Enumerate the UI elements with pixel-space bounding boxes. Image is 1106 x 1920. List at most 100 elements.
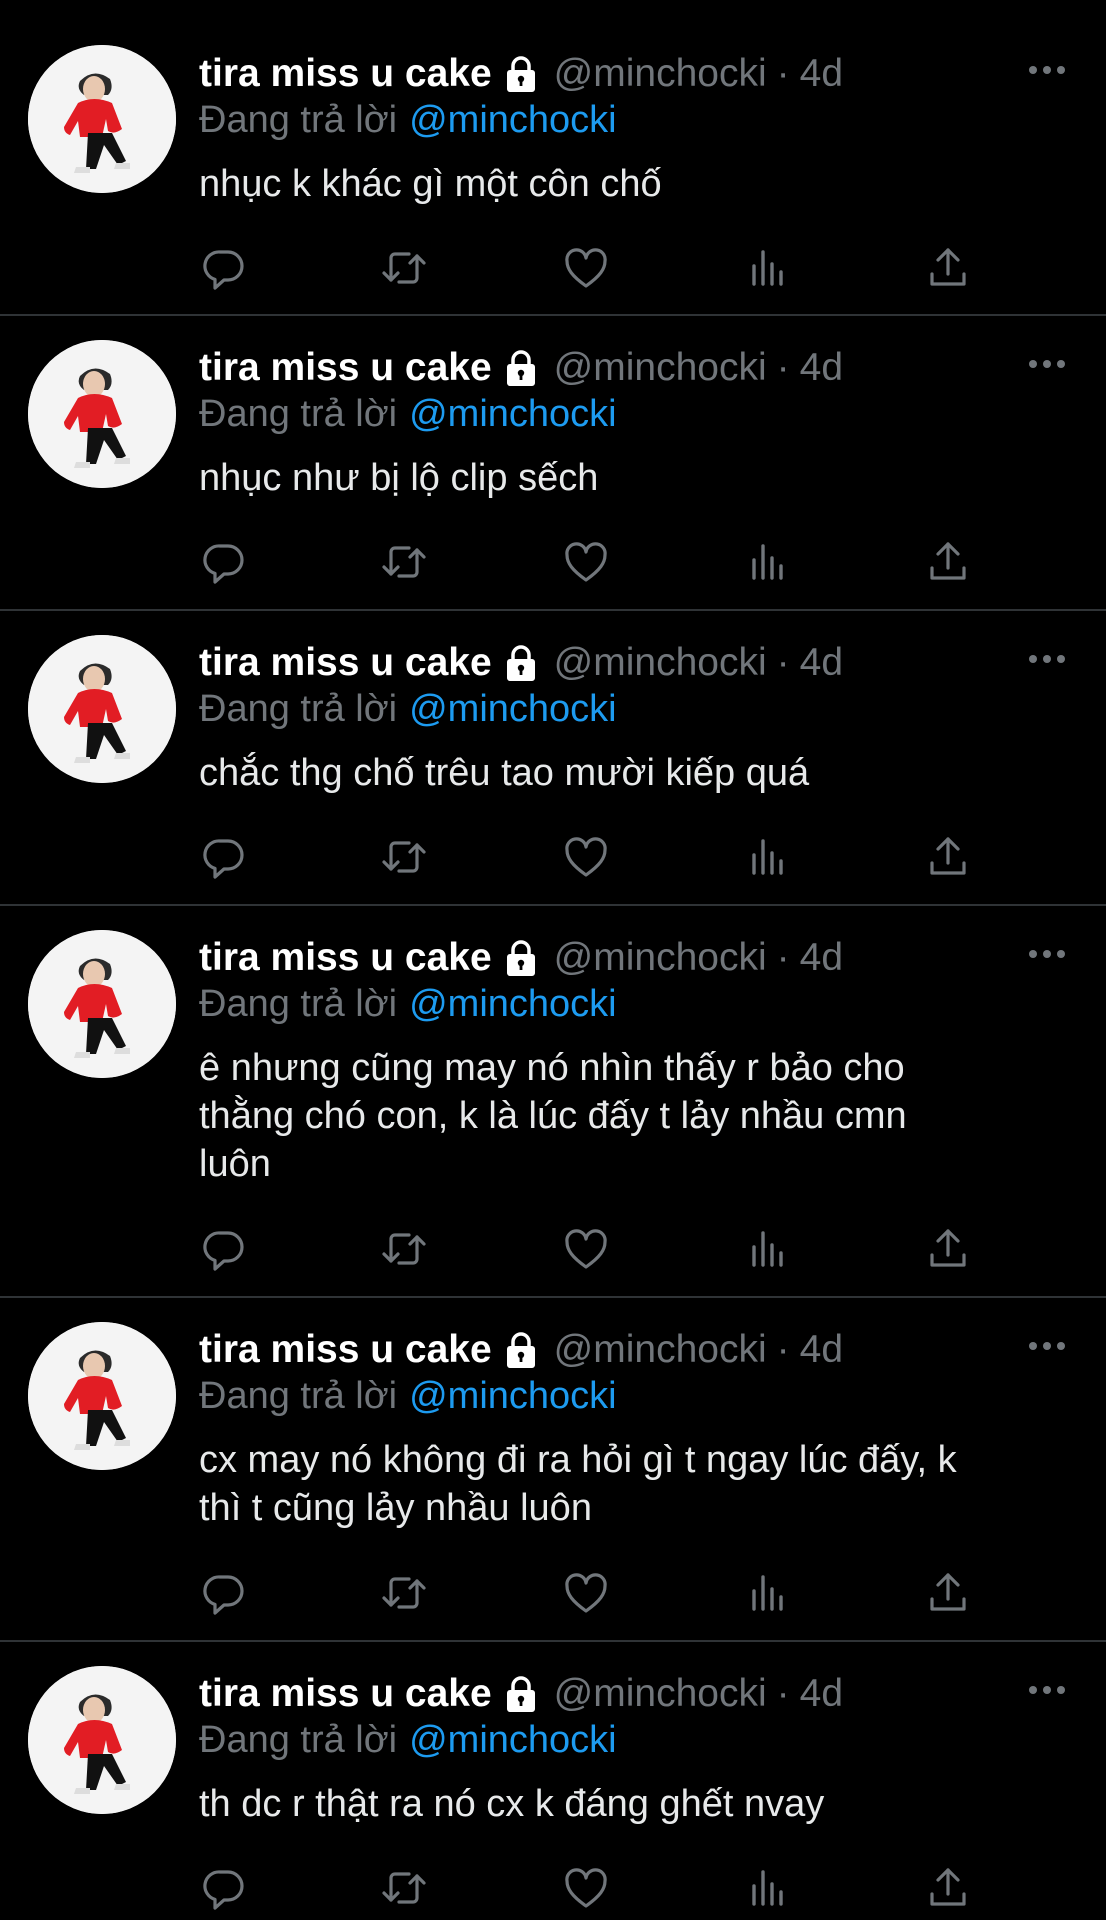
- replying-to-handle[interactable]: @minchocki: [409, 688, 617, 730]
- tweet-header: tira miss u cake @minchocki · 4d: [199, 1325, 843, 1375]
- more-icon[interactable]: [1027, 1680, 1067, 1700]
- like-icon[interactable]: [562, 1225, 610, 1273]
- display-name[interactable]: tira miss u cake: [199, 1325, 492, 1375]
- tweet-header: tira miss u cake @minchocki · 4d: [199, 1669, 843, 1719]
- replying-to: Đang trả lời @minchocki: [199, 391, 617, 437]
- tweet[interactable]: tira miss u cake @minchocki · 4d Đang tr…: [0, 0, 1106, 315]
- lock-icon: [502, 644, 540, 682]
- tweet[interactable]: tira miss u cake @minchocki · 4d Đang tr…: [0, 906, 1106, 1297]
- separator-dot: ·: [776, 1672, 790, 1715]
- tweet[interactable]: tira miss u cake @minchocki · 4d Đang tr…: [0, 316, 1106, 610]
- like-icon[interactable]: [562, 244, 610, 292]
- views-icon[interactable]: [744, 1225, 792, 1273]
- retweet-icon[interactable]: [380, 244, 428, 292]
- action-bar: [0, 1569, 1106, 1619]
- views-icon[interactable]: [744, 244, 792, 292]
- share-icon[interactable]: [924, 1569, 972, 1617]
- avatar[interactable]: [28, 1322, 176, 1470]
- replying-to-label: Đang trả lời: [199, 1719, 398, 1761]
- more-icon[interactable]: [1027, 60, 1067, 80]
- retweet-icon[interactable]: [380, 1864, 428, 1912]
- avatar[interactable]: [28, 45, 176, 193]
- lock-icon: [502, 349, 540, 387]
- views-icon[interactable]: [744, 1864, 792, 1912]
- tweet-header: tira miss u cake @minchocki · 4d: [199, 933, 843, 983]
- separator-dot: ·: [776, 52, 790, 95]
- tweet-header: tira miss u cake @minchocki · 4d: [199, 638, 843, 688]
- user-handle[interactable]: @minchocki: [554, 1669, 767, 1719]
- views-icon[interactable]: [744, 1569, 792, 1617]
- share-icon[interactable]: [924, 244, 972, 292]
- timestamp[interactable]: 4d: [800, 638, 843, 688]
- display-name[interactable]: tira miss u cake: [199, 638, 492, 688]
- timestamp[interactable]: 4d: [800, 343, 843, 393]
- timestamp[interactable]: 4d: [800, 1325, 843, 1375]
- tweet-text: nhục như bị lộ clip sếch: [199, 457, 599, 499]
- share-icon[interactable]: [924, 833, 972, 881]
- reply-icon[interactable]: [200, 538, 248, 586]
- display-name[interactable]: tira miss u cake: [199, 1669, 492, 1719]
- reply-icon[interactable]: [200, 1864, 248, 1912]
- reply-icon[interactable]: [200, 833, 248, 881]
- display-name[interactable]: tira miss u cake: [199, 933, 492, 983]
- separator-dot: ·: [776, 641, 790, 684]
- tweet-text: chắc thg chố trêu tao mười kiếp quá: [199, 752, 810, 794]
- reply-icon[interactable]: [200, 244, 248, 292]
- replying-to-handle[interactable]: @minchocki: [409, 1375, 617, 1417]
- tweet[interactable]: tira miss u cake @minchocki · 4d Đang tr…: [0, 1642, 1106, 1920]
- reply-icon[interactable]: [200, 1225, 248, 1273]
- views-icon[interactable]: [744, 833, 792, 881]
- retweet-icon[interactable]: [380, 833, 428, 881]
- tweet[interactable]: tira miss u cake @minchocki · 4d Đang tr…: [0, 611, 1106, 905]
- timestamp[interactable]: 4d: [800, 49, 843, 99]
- avatar[interactable]: [28, 1666, 176, 1814]
- more-icon[interactable]: [1027, 354, 1067, 374]
- tweet-text: cx may nó không đi ra hỏi gì t ngay lúc …: [199, 1439, 957, 1529]
- user-handle[interactable]: @minchocki: [554, 638, 767, 688]
- replying-to-label: Đang trả lời: [199, 99, 398, 141]
- action-bar: [0, 244, 1106, 294]
- lock-icon: [502, 939, 540, 977]
- user-handle[interactable]: @minchocki: [554, 49, 767, 99]
- reply-icon[interactable]: [200, 1569, 248, 1617]
- replying-to-handle[interactable]: @minchocki: [409, 983, 617, 1025]
- like-icon[interactable]: [562, 1569, 610, 1617]
- action-bar: [0, 538, 1106, 588]
- tweet-header: tira miss u cake @minchocki · 4d: [199, 49, 843, 99]
- replying-to: Đang trả lời @minchocki: [199, 1373, 617, 1419]
- avatar[interactable]: [28, 930, 176, 1078]
- like-icon[interactable]: [562, 538, 610, 586]
- separator-dot: ·: [776, 1328, 790, 1371]
- like-icon[interactable]: [562, 1864, 610, 1912]
- avatar[interactable]: [28, 340, 176, 488]
- share-icon[interactable]: [924, 538, 972, 586]
- more-icon[interactable]: [1027, 1336, 1067, 1356]
- avatar[interactable]: [28, 635, 176, 783]
- timestamp[interactable]: 4d: [800, 1669, 843, 1719]
- display-name[interactable]: tira miss u cake: [199, 49, 492, 99]
- like-icon[interactable]: [562, 833, 610, 881]
- user-handle[interactable]: @minchocki: [554, 1325, 767, 1375]
- user-handle[interactable]: @minchocki: [554, 343, 767, 393]
- timestamp[interactable]: 4d: [800, 933, 843, 983]
- share-icon[interactable]: [924, 1225, 972, 1273]
- more-icon[interactable]: [1027, 649, 1067, 669]
- retweet-icon[interactable]: [380, 1225, 428, 1273]
- user-handle[interactable]: @minchocki: [554, 933, 767, 983]
- tweet-text: ê nhưng cũng may nó nhìn thấy r bảo cho …: [199, 1047, 907, 1185]
- share-icon[interactable]: [924, 1864, 972, 1912]
- retweet-icon[interactable]: [380, 538, 428, 586]
- replying-to-label: Đang trả lời: [199, 393, 398, 435]
- tweet-text: nhục k khác gì một côn chố: [199, 163, 662, 205]
- lock-icon: [502, 1675, 540, 1713]
- action-bar: [0, 1225, 1106, 1275]
- separator-dot: ·: [776, 936, 790, 979]
- views-icon[interactable]: [744, 538, 792, 586]
- retweet-icon[interactable]: [380, 1569, 428, 1617]
- replying-to-handle[interactable]: @minchocki: [409, 393, 617, 435]
- tweet[interactable]: tira miss u cake @minchocki · 4d Đang tr…: [0, 1298, 1106, 1641]
- display-name[interactable]: tira miss u cake: [199, 343, 492, 393]
- replying-to-handle[interactable]: @minchocki: [409, 99, 617, 141]
- more-icon[interactable]: [1027, 944, 1067, 964]
- replying-to-handle[interactable]: @minchocki: [409, 1719, 617, 1761]
